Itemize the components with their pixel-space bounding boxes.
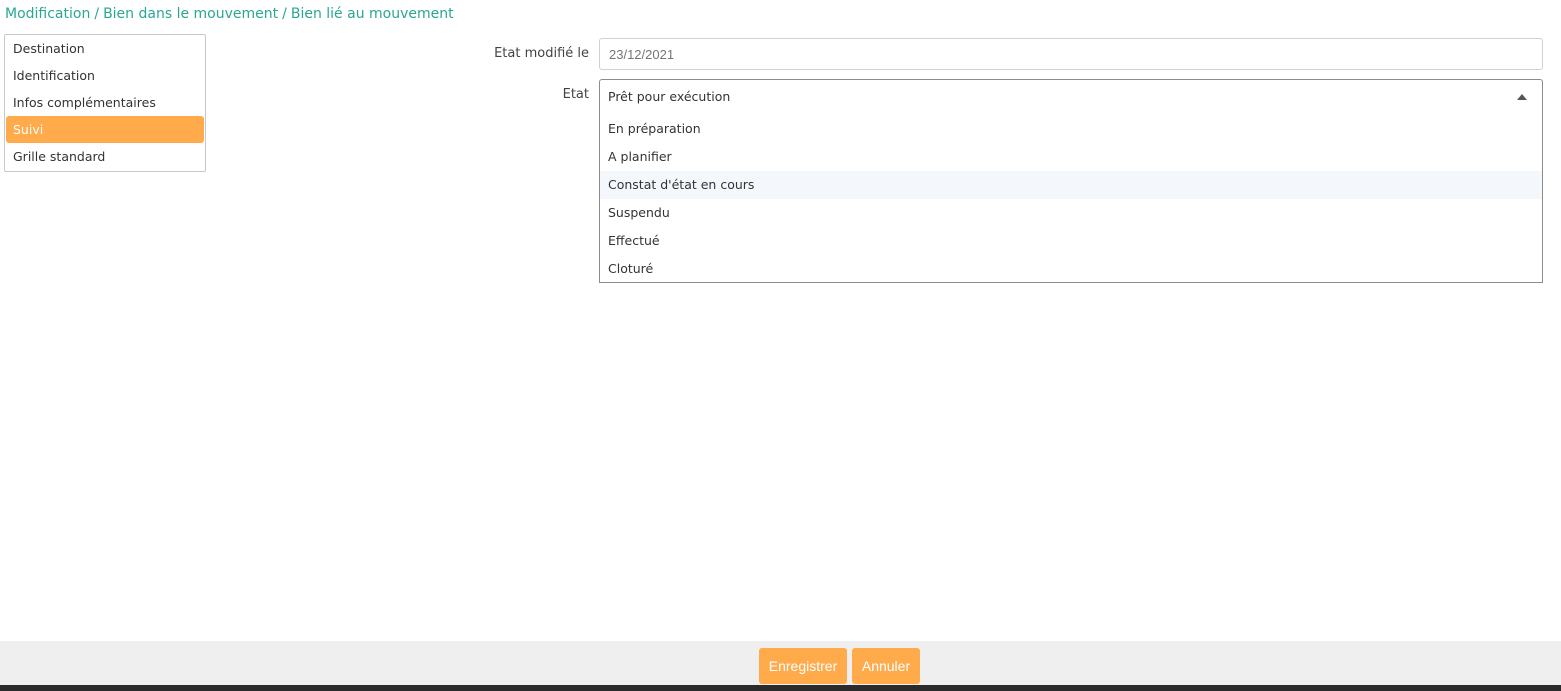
state-option-en-preparation[interactable]: En préparation [600,115,1542,143]
sidebar-item-identification[interactable]: Identification [5,62,205,89]
state-select-value: Prêt pour exécution [608,89,731,104]
breadcrumb-item-bien-mouvement[interactable]: Bien dans le mouvement [103,6,278,22]
sidebar-item-destination[interactable]: Destination [5,35,205,62]
state-option-effectue[interactable]: Effectué [600,227,1542,255]
breadcrumb-separator: / [282,6,287,22]
breadcrumb-separator: / [94,6,100,22]
modified-date-field[interactable] [599,38,1543,70]
state-dropdown-list: En préparation A planifier Constat d'éta… [599,114,1543,283]
state-option-a-planifier[interactable]: A planifier [600,143,1542,171]
sidebar-item-grille-standard[interactable]: Grille standard [5,143,205,170]
sidebar-item-suivi[interactable]: Suivi [6,116,204,143]
bottom-strip [0,685,1561,691]
sidebar-item-infos-complementaires[interactable]: Infos complémentaires [5,89,205,116]
state-option-suspendu[interactable]: Suspendu [600,199,1542,227]
cancel-button[interactable]: Annuler [852,648,920,684]
state-option-constat-etat[interactable]: Constat d'état en cours [600,171,1542,199]
state-option-cloture[interactable]: Cloturé [600,255,1542,283]
caret-up-icon[interactable] [1517,94,1527,100]
breadcrumb-item-modification[interactable]: Modification [5,6,90,22]
state-select[interactable]: Prêt pour exécution [599,79,1543,115]
state-label: Etat [562,87,589,102]
breadcrumb: Modification / Bien dans le mouvement / Bien… [5,6,454,22]
save-button[interactable]: Enregistrer [759,648,847,684]
side-menu: Destination Identification Infos complém… [4,34,206,172]
breadcrumb-item-bien-lie: Bien lié au mouvement [290,6,454,22]
modified-date-label: Etat modifié le [494,46,589,61]
footer-bar: Enregistrer Annuler [0,641,1561,685]
